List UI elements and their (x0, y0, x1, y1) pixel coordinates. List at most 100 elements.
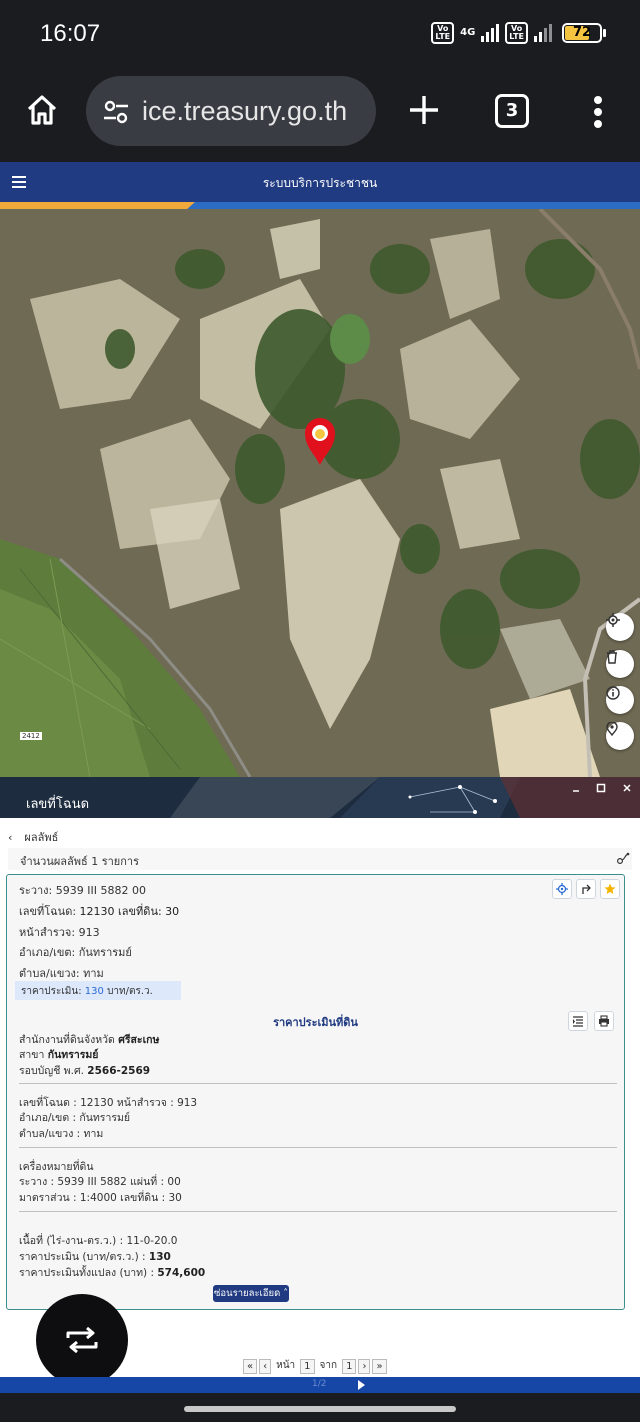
clock: 16:07 (40, 20, 101, 47)
deed-value: 12130 เลขที่ดิน: 30 (79, 905, 180, 918)
network-4g-indicator: 4G (460, 28, 475, 38)
bottom-media-bar: 1/2 (0, 1377, 640, 1393)
gesture-handle[interactable] (184, 1406, 456, 1412)
minimize-icon (573, 790, 579, 792)
crosshair-icon (556, 883, 568, 895)
info-button[interactable] (606, 686, 634, 714)
system-nav-bar (0, 1393, 640, 1422)
result-count: จำนวนผลลัพธ์ 1 รายการ (20, 855, 139, 868)
document-list-icon (573, 1016, 583, 1027)
results-panel: ‹ ผลลัพธ์ จำนวนผลลัพธ์ 1 รายการ ระวาง: 59… (0, 818, 640, 1378)
home-button[interactable] (24, 92, 60, 128)
back-label: ผลลัพธ์ (24, 831, 59, 844)
share-arrow-icon (582, 884, 591, 894)
pagination: « ‹ หน้า 1 จาก 1 › » (243, 1359, 387, 1375)
branch-line: สาขา กันทรารมย์ (19, 1046, 98, 1063)
share-button[interactable] (576, 879, 596, 899)
result-count-bar: จำนวนผลลัพธ์ 1 รายการ (8, 848, 632, 870)
hide-details-label: ซ่อนรายละเอียด (213, 1288, 281, 1299)
delete-button[interactable] (606, 650, 634, 678)
print-button[interactable] (594, 1011, 614, 1031)
total-pages: 1 (342, 1359, 357, 1374)
trash-icon (607, 650, 617, 664)
battery-level: 72 (572, 25, 592, 40)
details-button[interactable] (568, 1011, 588, 1031)
tab-switcher-button[interactable]: 3 (495, 94, 529, 128)
more-menu-button[interactable] (588, 92, 608, 132)
pin-button[interactable] (606, 722, 634, 750)
close-icon (623, 784, 631, 792)
branch-value: กันทรารมย์ (47, 1049, 99, 1061)
plus-icon (410, 96, 438, 124)
site-title: ระบบบริการประชาชน (262, 176, 378, 190)
road-number-label: 2412 (20, 732, 42, 740)
satellite-map[interactable]: 2412 (0, 209, 640, 777)
site-settings-icon (104, 100, 128, 124)
back-button[interactable]: ‹ ผลลัพธ์ (8, 828, 58, 846)
total-price-line: ราคาประเมินทั้งแปลง (บาท) : 574,600 (19, 1264, 205, 1281)
network-type: 4G (460, 27, 476, 38)
marker-rawang-line: ระวาง : 5939 III 5882 แผ่นที่ : 00 (19, 1176, 181, 1188)
district-field: อำเภอ/เขต: กันทรารมย์ (19, 946, 132, 959)
branch-label: สาขา (19, 1049, 45, 1061)
locate-button[interactable] (606, 613, 634, 641)
first-page-button[interactable]: « (243, 1359, 258, 1374)
locate-parcel-button[interactable] (552, 879, 572, 899)
fiscal-cycle-label: รอบบัญชี พ.ศ. (19, 1065, 84, 1077)
new-tab-button[interactable] (406, 92, 442, 128)
info-icon (606, 686, 620, 700)
price-label: ราคาประเมิน: (21, 986, 82, 997)
close-button[interactable] (621, 783, 633, 795)
land-office-value: ศรีสะเกษ (118, 1034, 160, 1046)
address-bar[interactable]: ice.treasury.go.th (86, 76, 376, 146)
minimize-button[interactable] (570, 783, 582, 795)
panel-header: เลขที่โฉนด (0, 777, 640, 818)
volte-icon: Vo LTE (431, 22, 455, 44)
total-price-value: 574,600 (157, 1267, 206, 1279)
last-page-button[interactable]: » (372, 1359, 387, 1374)
unit-price-line: ราคาประเมิน (บาท/ตร.ว.) : 130 (19, 1248, 171, 1265)
price-highlight: ราคาประเมิน: 130 บาท/ตร.ว. (15, 981, 181, 1000)
next-page-button[interactable]: › (358, 1359, 371, 1374)
play-icon[interactable] (358, 1380, 365, 1390)
marker-scale-line: มาตราส่วน : 1:4000 เลขที่ดิน : 30 (19, 1192, 182, 1204)
volte-icon-2: Vo LTE (505, 22, 528, 44)
appraisal-title: ราคาประเมินที่ดิน (273, 1016, 358, 1029)
floating-switch-button[interactable] (36, 1294, 128, 1386)
battery-icon: 72 (562, 23, 606, 43)
panel-title: เลขที่โฉนด (26, 797, 90, 812)
deed-number-field: เลขที่โฉนด: 12130 เลขที่ดิน: 30 (19, 902, 179, 920)
area-line: เนื้อที่ (ไร่-งาน-ตร.ว.) : 11-0-20.0 (19, 1235, 178, 1247)
kebab-menu-icon (594, 96, 602, 128)
subdistrict-line: ตำบล/แขวง : ทาม (19, 1128, 104, 1140)
swap-arrows-icon (66, 1327, 98, 1353)
printer-icon (599, 1015, 609, 1027)
prev-page-button[interactable]: ‹ (259, 1359, 272, 1374)
hide-details-button[interactable]: ซ่อนรายละเอียด ˄ (213, 1285, 289, 1302)
result-card[interactable]: ระวาง: 5939 III 5882 00 เลขที่โฉนด: 1213… (6, 874, 625, 1310)
site-header: ระบบบริการประชาชน (0, 162, 640, 202)
deed-label: เลขที่โฉนด: (19, 905, 77, 918)
chevron-up-icon: ˄ (283, 1288, 289, 1299)
maximize-button[interactable] (595, 783, 607, 795)
page-number-input[interactable]: 1 (300, 1359, 315, 1374)
map-route-icon[interactable] (616, 851, 630, 865)
divider (19, 1083, 617, 1084)
unit-price-label: ราคาประเมิน (บาท/ตร.ว.) : (19, 1251, 146, 1263)
favorite-button[interactable] (600, 879, 620, 899)
media-counter: 1/2 (312, 1379, 327, 1389)
fiscal-cycle-line: รอบบัญชี พ.ศ. 2566-2569 (19, 1062, 150, 1079)
pin-icon (606, 722, 618, 736)
page-label: หน้า (276, 1360, 296, 1371)
land-office-label: สำนักงานที่ดินจังหวัด (19, 1034, 115, 1046)
url-text: ice.treasury.go.th (142, 96, 348, 126)
status-icons: Vo LTE 4G Vo LTE 72 (431, 22, 606, 44)
district-line: อำเภอ/เขต : กันทรารมย์ (19, 1112, 131, 1124)
rawang-field: ระวาง: 5939 III 5882 00 (19, 884, 146, 897)
total-price-label: ราคาประเมินทั้งแปลง (บาท) : (19, 1267, 155, 1279)
panel-header-graphic (0, 777, 640, 818)
price-unit: บาท/ตร.ว. (107, 986, 153, 997)
divider (19, 1211, 617, 1212)
subdistrict-field: ตำบล/แขวง: ทาม (19, 967, 104, 980)
unit-price-value: 130 (148, 1251, 171, 1263)
